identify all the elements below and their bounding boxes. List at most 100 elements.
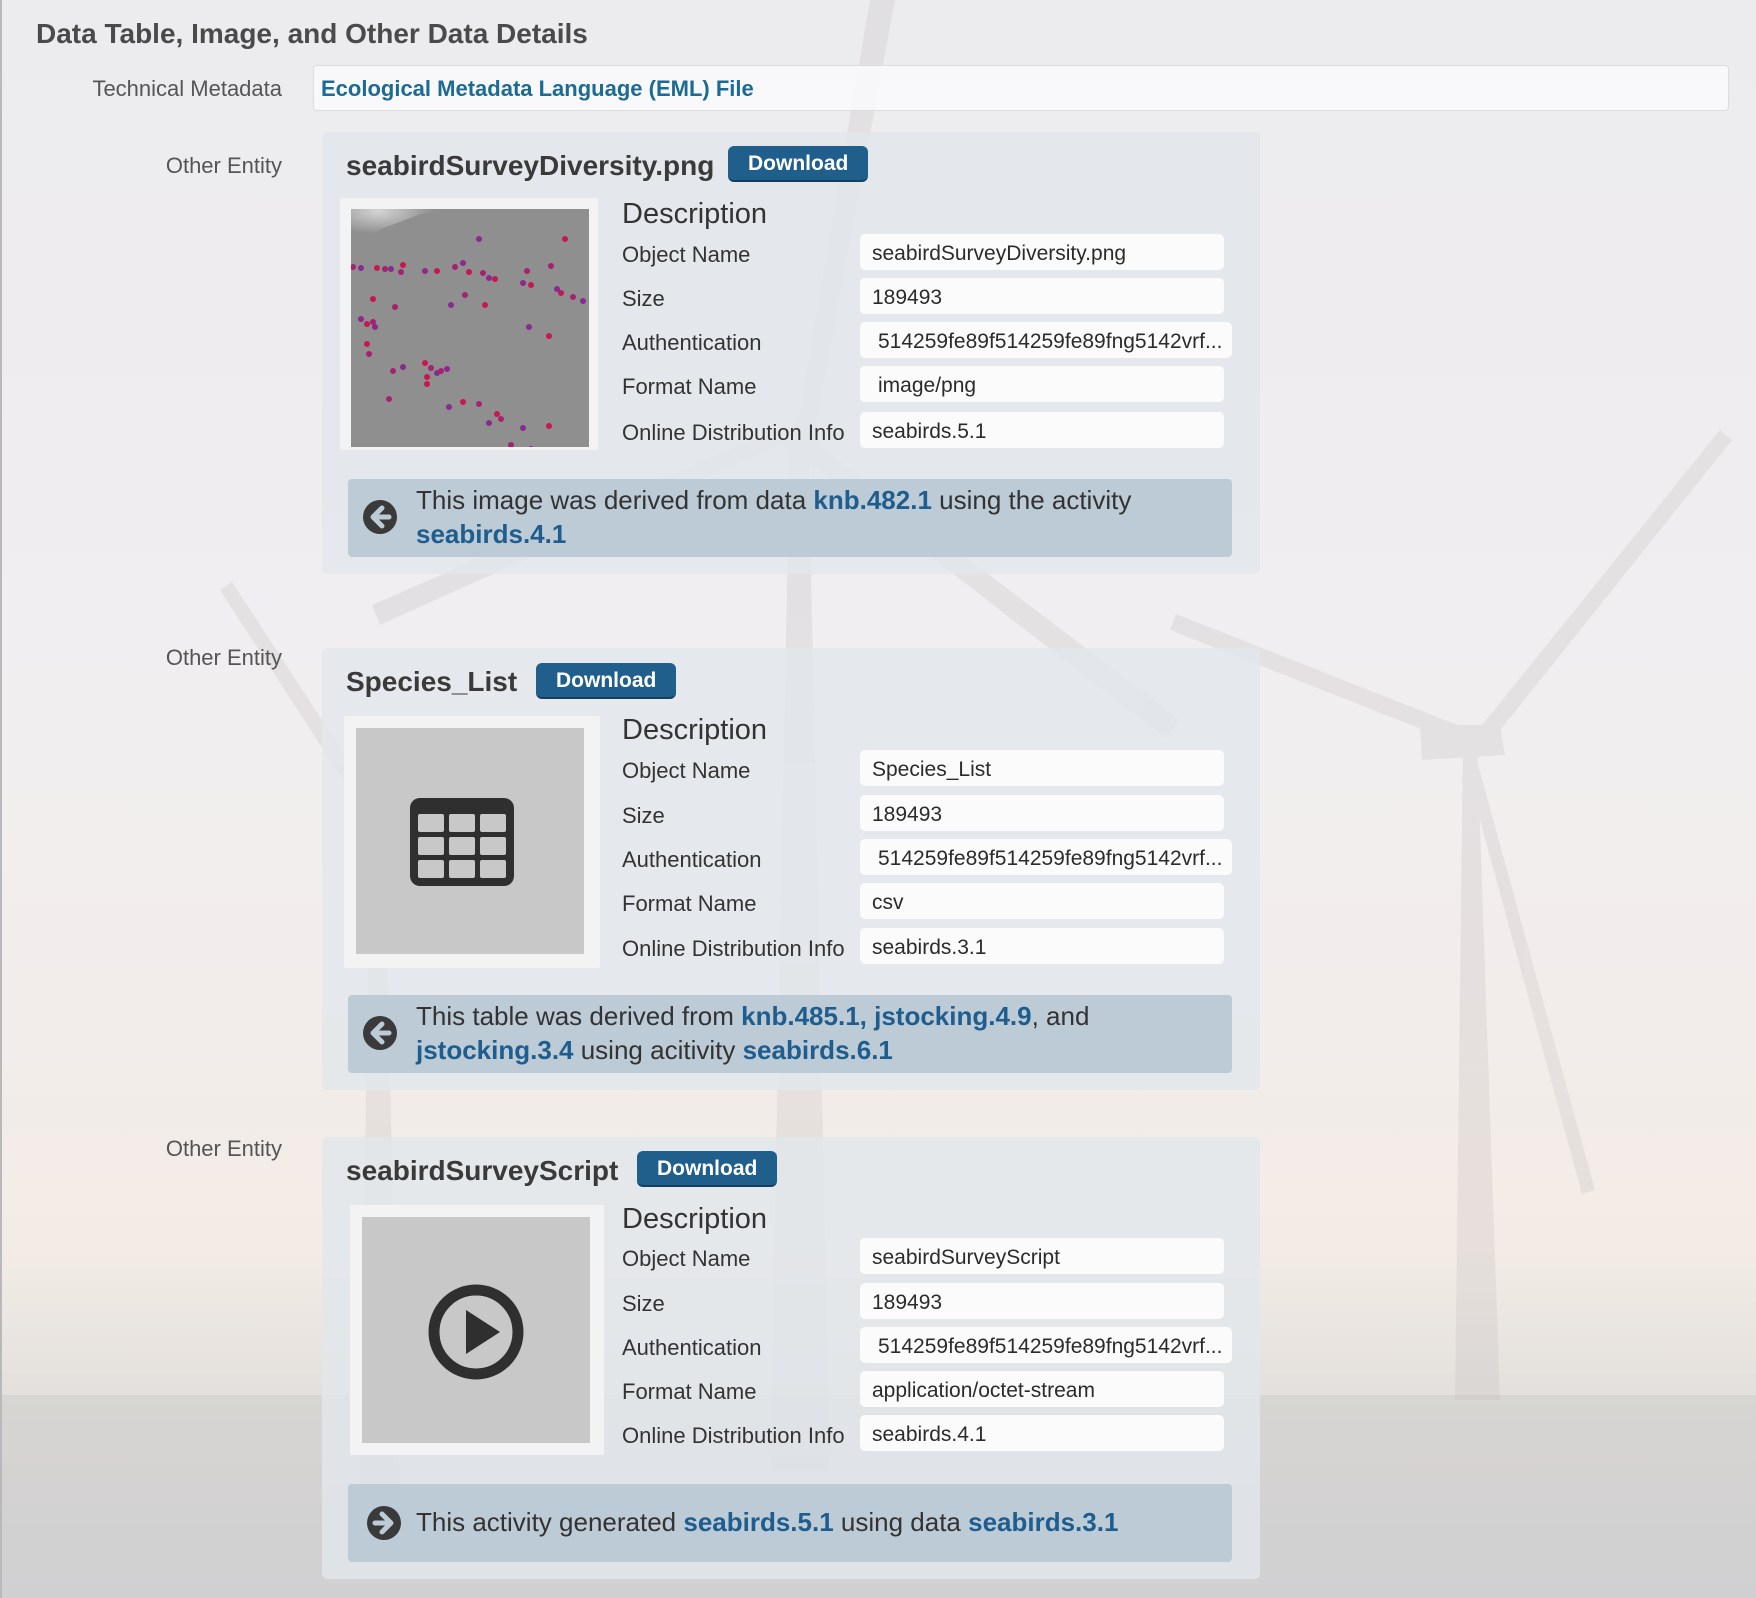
image-dot [524,268,530,274]
provenance-text: This table was derived from knb.485.1, j… [416,1001,1090,1065]
image-dot [498,416,504,422]
image-dot [392,304,398,310]
online-distribution-value: seabirds.3.1 [860,928,1224,964]
provenance-link[interactable]: seabirds.4.1 [416,519,566,549]
download-button[interactable]: Download [536,663,677,699]
eml-file-link[interactable]: Ecological Metadata Language (EML) File [321,76,754,101]
format-name-value: application/octet-stream [860,1371,1224,1407]
provenance-link[interactable]: jstocking.3.4 [416,1035,574,1065]
image-dot [546,423,552,429]
authentication-label: Authentication [622,330,762,355]
image-dot [548,263,554,269]
image-dot [422,268,428,274]
image-dot [388,266,394,272]
size-value: 189493 [860,1283,1224,1319]
image-dot [494,411,500,417]
image-dot [520,280,526,286]
image-dot [424,381,430,387]
entity-card-species-list: Species_List Download Description Object… [322,648,1260,1090]
object-name-label: Object Name [622,242,751,267]
format-name-label: Format Name [622,1379,757,1404]
image-dot [452,264,458,270]
size-value: 189493 [860,278,1224,314]
image-dot [476,236,482,242]
image-dot [424,374,430,380]
object-name-label: Object Name [622,1246,751,1271]
format-name-label: Format Name [622,891,757,916]
size-label: Size [622,286,665,311]
image-dot [446,404,452,410]
image-dot [492,276,498,282]
technical-metadata-label: Technical Metadata [92,76,282,101]
provenance-link[interactable]: seabirds.5.1 [683,1507,833,1537]
online-distribution-label: Online Distribution Info [622,936,845,961]
section-title: Data Table, Image, and Other Data Detail… [36,18,588,49]
technical-metadata-box: Ecological Metadata Language (EML) File [313,65,1729,111]
thumbnail-scatter-image[interactable] [340,198,598,450]
image-dot [476,401,482,407]
thumbnail-table[interactable] [344,716,600,968]
online-distribution-value: seabirds.4.1 [860,1415,1224,1451]
online-distribution-label: Online Distribution Info [622,420,845,445]
image-dot [400,262,406,268]
provenance-link[interactable]: seabirds.6.1 [743,1035,893,1065]
entity-title: Species_List [346,666,518,697]
image-dot [460,399,466,405]
entity-card-seabird-diversity: seabirdSurveyDiversity.png Download Desc… [322,132,1260,574]
image-dot [374,265,380,271]
provenance-box: This image was derived from data knb.482… [348,479,1232,557]
play-icon [428,1284,524,1380]
description-heading: Description [622,714,768,746]
image-dot [580,298,586,304]
entity-label: Other Entity [165,153,282,178]
format-name-label: Format Name [622,374,757,399]
object-name-value: seabirdSurveyDiversity.png [860,234,1224,270]
image-dot [448,302,454,308]
image-dot [546,333,552,339]
image-dot [460,260,466,266]
description-heading: Description [622,198,768,230]
authentication-value: 514259fe89f514259fe89fng5142vrf... [860,322,1232,358]
image-dot [434,268,440,274]
scatter-plot-image [351,209,589,447]
image-dot [482,302,488,308]
image-dot [364,321,370,327]
image-dot [422,360,428,366]
data-details-page: Data Table, Image, and Other Data Detail… [0,0,1756,1598]
authentication-label: Authentication [622,1335,762,1360]
image-dot [486,420,492,426]
entity-title: seabirdSurveyDiversity.png [346,150,715,181]
image-dot [444,366,450,372]
provenance-box: This activity generated seabirds.5.1 usi… [348,1484,1232,1562]
image-dot [558,290,564,296]
provenance-link[interactable]: knb.485.1, jstocking.4.9 [741,1001,1031,1031]
image-dot [364,341,370,347]
arrow-left-icon[interactable] [362,1015,398,1051]
provenance-link[interactable]: knb.482.1 [813,485,932,515]
size-label: Size [622,803,665,828]
provenance-link[interactable]: seabirds.3.1 [968,1507,1118,1537]
object-name-value: seabirdSurveyScript [860,1238,1224,1274]
image-dot [480,270,486,276]
image-dot [466,269,472,275]
image-dot [390,368,396,374]
download-button[interactable]: Download [637,1151,778,1187]
image-dot [526,324,532,330]
online-distribution-label: Online Distribution Info [622,1423,845,1448]
image-dot [382,266,388,272]
entity-card-survey-script: seabirdSurveyScript Download Description… [322,1137,1260,1579]
image-dot [358,316,364,322]
image-dot [366,351,372,357]
image-dot [372,324,378,330]
thumbnail-script[interactable] [350,1205,604,1455]
image-dot [570,294,576,300]
image-dot [462,292,468,298]
image-dot [400,364,406,370]
download-button[interactable]: Download [728,146,869,182]
arrow-right-icon[interactable] [366,1505,402,1541]
provenance-text: This image was derived from data knb.482… [416,485,1132,549]
arrow-left-icon[interactable] [362,499,398,535]
format-name-value: image/png [860,366,1224,402]
online-distribution-value: seabirds.5.1 [860,412,1224,448]
format-name-value: csv [860,883,1224,919]
